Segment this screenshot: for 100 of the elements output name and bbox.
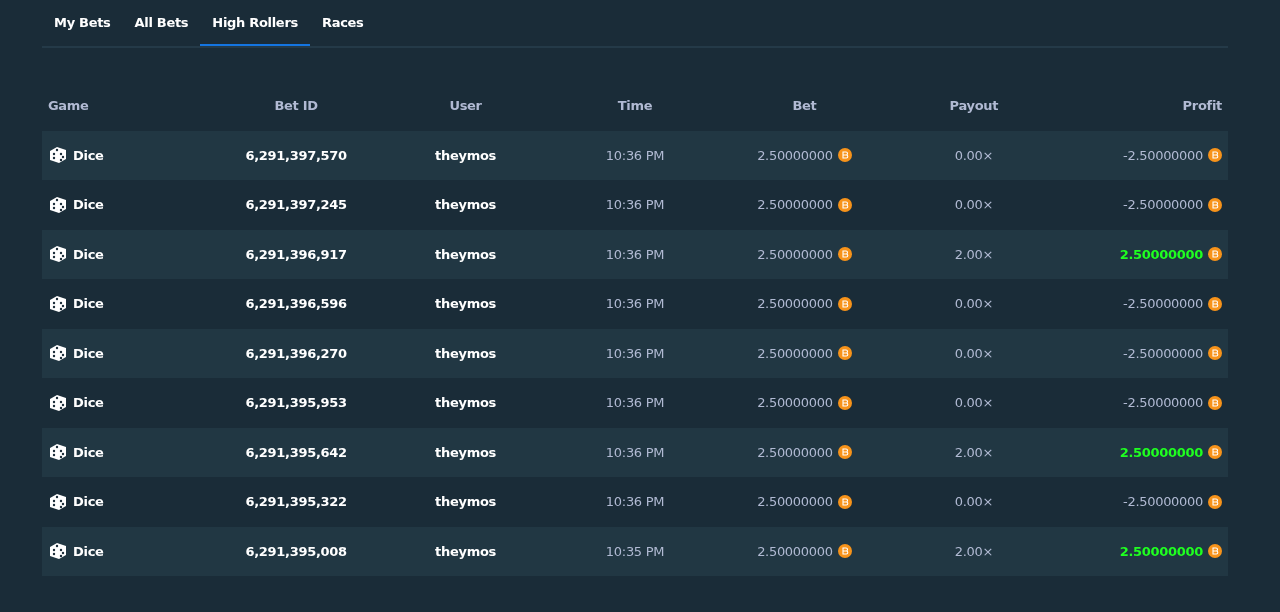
bet-id: 6,291,395,642 xyxy=(244,444,348,460)
bet-amount: 2.50000000 xyxy=(757,543,833,559)
column-header: Profit xyxy=(1181,98,1223,114)
bet-row[interactable]: Dice 6,291,395,322 theymos 10:36 PM 2.50000000 0.00× -2.50000000 xyxy=(42,477,1228,527)
bet-time: 10:36 PM xyxy=(604,444,666,460)
coin-icon xyxy=(1208,544,1222,559)
bet-id: 6,291,396,270 xyxy=(244,345,348,361)
column-header: Time xyxy=(616,98,654,114)
bet-id: 6,291,396,917 xyxy=(244,246,348,262)
bet-amount: 2.50000000 xyxy=(757,444,833,460)
coin-icon xyxy=(837,296,852,311)
coin-icon xyxy=(1208,445,1222,460)
bet-id: 6,291,395,953 xyxy=(244,395,348,411)
payout: 0.00× xyxy=(953,494,994,510)
bet-id: 6,291,395,008 xyxy=(244,543,348,559)
bet-row[interactable]: Dice 6,291,397,245 theymos 10:36 PM 2.50000000 0.00× -2.50000000 xyxy=(42,180,1228,230)
coin-icon xyxy=(1208,247,1222,262)
bet-time: 10:36 PM xyxy=(604,395,666,411)
column-header: Payout xyxy=(948,98,1000,114)
tab[interactable]: All Bets xyxy=(122,0,201,46)
payout: 2.00× xyxy=(953,444,994,460)
bet-id: 6,291,396,596 xyxy=(244,296,348,312)
coin-icon xyxy=(1208,494,1222,509)
coin-icon xyxy=(1208,296,1222,311)
column-header: User xyxy=(448,98,483,114)
bet-id: 6,291,397,245 xyxy=(244,197,348,213)
dice-icon xyxy=(48,491,68,512)
dice-icon xyxy=(48,244,68,265)
bet-time: 10:36 PM xyxy=(604,147,666,163)
coin-icon xyxy=(1208,148,1222,163)
bet-row[interactable]: Dice 6,291,396,917 theymos 10:36 PM 2.50000000 2.00× 2.50000000 xyxy=(42,229,1228,279)
bet-amount: 2.50000000 xyxy=(757,197,833,213)
user-name: theymos xyxy=(434,345,497,361)
column-header: Bet ID xyxy=(273,98,319,114)
bet-amount: 2.50000000 xyxy=(757,395,833,411)
tab[interactable]: Races xyxy=(309,0,376,46)
game-name: Dice xyxy=(73,296,104,312)
profit-amount: -2.50000000 xyxy=(1123,147,1203,163)
game-name: Dice xyxy=(73,395,104,411)
bet-id: 6,291,397,570 xyxy=(244,147,348,163)
bet-amount: 2.50000000 xyxy=(757,147,833,163)
bet-row[interactable]: Dice 6,291,397,570 theymos 10:36 PM 2.50000000 0.00× -2.50000000 xyxy=(42,130,1228,180)
payout: 0.00× xyxy=(953,197,994,213)
dice-icon xyxy=(48,145,68,166)
dice-icon xyxy=(48,194,68,215)
tab[interactable]: High Rollers xyxy=(200,0,310,46)
bet-amount: 2.50000000 xyxy=(757,246,833,262)
profit-amount: -2.50000000 xyxy=(1123,395,1203,411)
coin-icon xyxy=(837,148,852,163)
user-name: theymos xyxy=(434,147,497,163)
bet-amount: 2.50000000 xyxy=(757,494,833,510)
game-name: Dice xyxy=(73,197,104,213)
user-name: theymos xyxy=(434,246,497,262)
dice-icon xyxy=(48,343,68,364)
payout: 0.00× xyxy=(953,147,994,163)
user-name: theymos xyxy=(434,197,497,213)
user-name: theymos xyxy=(434,543,497,559)
bet-amount: 2.50000000 xyxy=(757,296,833,312)
coin-icon xyxy=(1208,197,1222,212)
column-header: Bet xyxy=(791,98,818,114)
bet-id: 6,291,395,322 xyxy=(244,494,348,510)
coin-icon xyxy=(837,445,852,460)
bet-row[interactable]: Dice 6,291,396,270 theymos 10:36 PM 2.50000000 0.00× -2.50000000 xyxy=(42,328,1228,378)
user-name: theymos xyxy=(434,395,497,411)
game-name: Dice xyxy=(73,246,104,262)
bet-time: 10:36 PM xyxy=(604,345,666,361)
game-name: Dice xyxy=(73,147,104,163)
payout: 2.00× xyxy=(953,543,994,559)
profit-amount: -2.50000000 xyxy=(1123,494,1203,510)
tab[interactable]: My Bets xyxy=(42,0,123,46)
profit-amount: 2.50000000 xyxy=(1119,246,1203,262)
bet-time: 10:36 PM xyxy=(604,197,666,213)
bet-amount: 2.50000000 xyxy=(757,345,833,361)
dice-icon xyxy=(48,442,68,463)
bet-time: 10:36 PM xyxy=(604,494,666,510)
game-name: Dice xyxy=(73,444,104,460)
bet-row[interactable]: Dice 6,291,395,008 theymos 10:35 PM 2.50000000 2.00× 2.50000000 xyxy=(42,526,1228,576)
bet-time: 10:36 PM xyxy=(604,246,666,262)
profit-amount: -2.50000000 xyxy=(1123,197,1203,213)
payout: 0.00× xyxy=(953,395,994,411)
user-name: theymos xyxy=(434,296,497,312)
profit-amount: -2.50000000 xyxy=(1123,345,1203,361)
bet-row[interactable]: Dice 6,291,396,596 theymos 10:36 PM 2.50000000 0.00× -2.50000000 xyxy=(42,279,1228,329)
bet-time: 10:36 PM xyxy=(604,296,666,312)
game-name: Dice xyxy=(73,494,104,510)
dice-icon xyxy=(48,541,68,562)
coin-icon xyxy=(837,395,852,410)
bet-row[interactable]: Dice 6,291,395,953 theymos 10:36 PM 2.50000000 0.00× -2.50000000 xyxy=(42,378,1228,428)
payout: 0.00× xyxy=(953,345,994,361)
payout: 0.00× xyxy=(953,296,994,312)
coin-icon xyxy=(837,247,852,262)
column-header: Game xyxy=(47,98,90,114)
payout: 2.00× xyxy=(953,246,994,262)
coin-icon xyxy=(837,346,852,361)
bet-row[interactable]: Dice 6,291,395,642 theymos 10:36 PM 2.50000000 2.00× 2.50000000 xyxy=(42,427,1228,477)
coin-icon xyxy=(837,197,852,212)
profit-amount: -2.50000000 xyxy=(1123,296,1203,312)
coin-icon xyxy=(1208,346,1222,361)
bet-time: 10:35 PM xyxy=(604,543,666,559)
coin-icon xyxy=(837,544,852,559)
